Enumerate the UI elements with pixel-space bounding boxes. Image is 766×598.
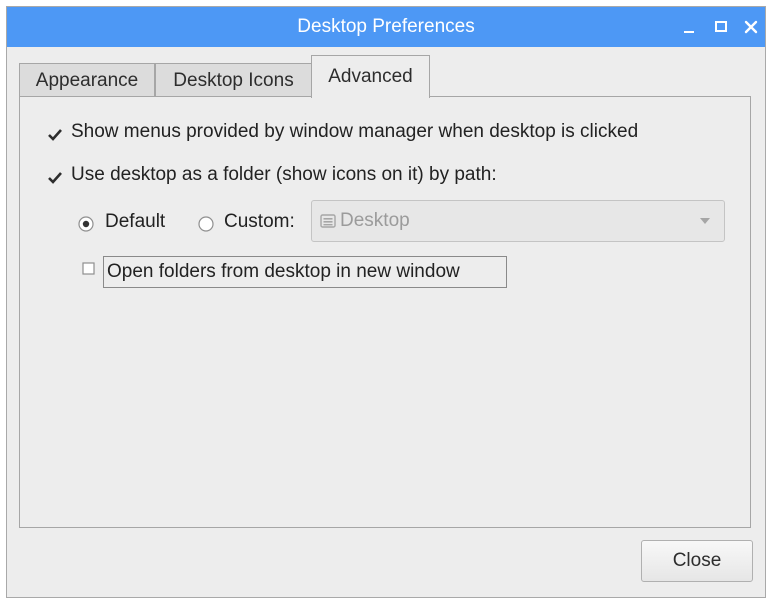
use-folder-checkbox[interactable] [47, 170, 63, 186]
minimize-button[interactable] [677, 7, 701, 47]
custom-path-combo[interactable]: Desktop [311, 200, 725, 242]
window-title: Desktop Preferences [297, 16, 475, 37]
advanced-panel [19, 96, 751, 528]
radio-unselected-icon [198, 216, 214, 232]
close-button[interactable]: Close [641, 540, 753, 582]
custom-path-value: Desktop [340, 210, 410, 231]
open-new-window-label: Open folders from desktop in new window [107, 261, 460, 282]
tab-appearance[interactable]: Appearance [19, 63, 155, 97]
checkmark-icon [48, 129, 62, 141]
minimize-icon [684, 31, 694, 33]
default-path-label: Default [105, 211, 166, 232]
maximize-icon [715, 21, 727, 32]
chevron-down-icon [700, 218, 710, 224]
use-folder-label: Use desktop as a folder (show icons on i… [71, 164, 497, 185]
maximize-button[interactable] [709, 7, 733, 47]
checkbox-empty-icon [82, 262, 95, 275]
show-menus-checkbox[interactable] [47, 127, 63, 143]
checkmark-icon [48, 172, 62, 184]
folder-icon [320, 214, 336, 228]
close-icon [744, 20, 758, 34]
custom-path-radio[interactable] [197, 215, 215, 233]
default-path-radio[interactable] [77, 215, 95, 233]
show-menus-label: Show menus provided by window manager wh… [71, 121, 639, 142]
radio-selected-icon [78, 216, 94, 232]
custom-path-label: Custom: [224, 211, 295, 232]
preferences-window: Desktop Preferences Appearance Desktop I… [6, 6, 766, 598]
tab-advanced[interactable]: Advanced [311, 55, 430, 98]
title-bar[interactable]: Desktop Preferences [7, 7, 765, 47]
close-window-button[interactable] [739, 7, 763, 47]
open-new-window-checkbox[interactable] [81, 261, 97, 277]
tab-desktop-icons[interactable]: Desktop Icons [155, 63, 312, 97]
